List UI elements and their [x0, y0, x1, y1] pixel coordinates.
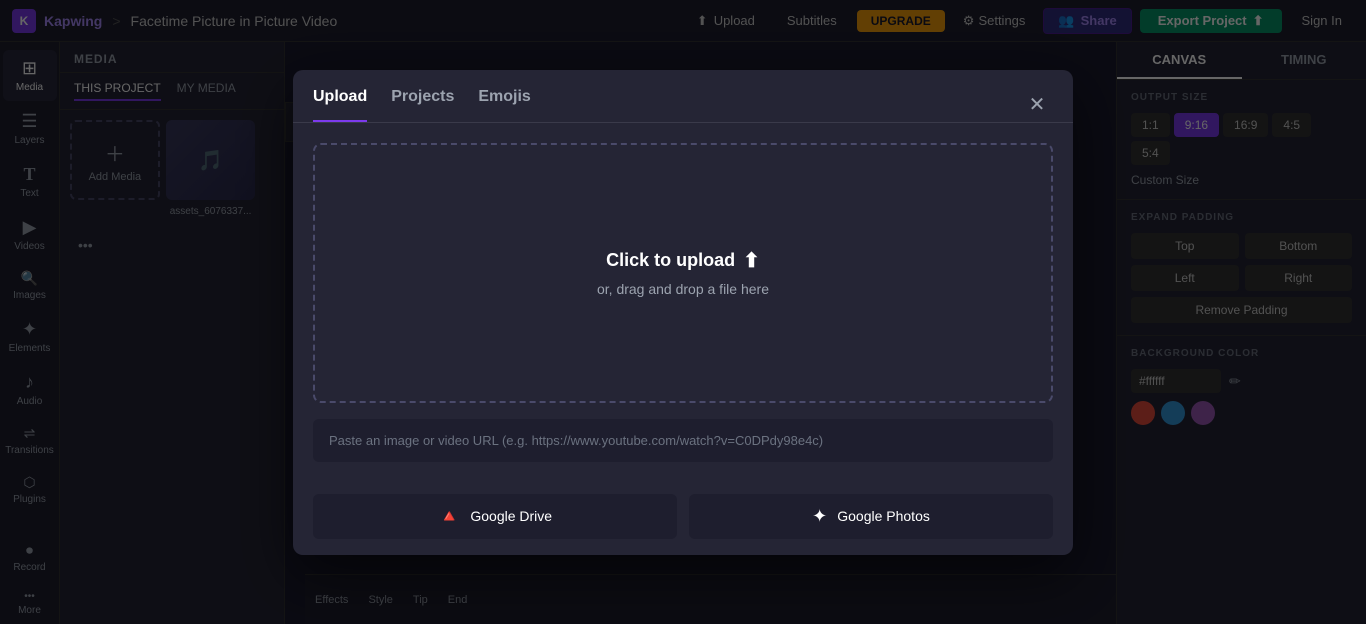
google-photos-icon: ✦	[812, 506, 827, 527]
url-input[interactable]	[313, 419, 1053, 462]
modal-footer: 🔺 Google Drive ✦ Google Photos	[293, 482, 1073, 555]
google-drive-icon: 🔺	[438, 506, 460, 527]
modal-overlay[interactable]: Upload Projects Emojis ✕ Click to upload…	[0, 0, 1366, 624]
modal-tab-projects[interactable]: Projects	[391, 88, 454, 122]
upload-text: Click to upload ⬆	[606, 248, 760, 273]
upload-dropzone[interactable]: Click to upload ⬆ or, drag and drop a fi…	[313, 143, 1053, 403]
modal-tab-upload[interactable]: Upload	[313, 88, 367, 122]
modal-tab-emojis[interactable]: Emojis	[478, 88, 530, 122]
modal-header: Upload Projects Emojis ✕	[293, 70, 1073, 122]
google-drive-button[interactable]: 🔺 Google Drive	[313, 494, 677, 539]
modal-close-button[interactable]: ✕	[1021, 89, 1053, 121]
upload-modal: Upload Projects Emojis ✕ Click to upload…	[293, 70, 1073, 555]
google-photos-button[interactable]: ✦ Google Photos	[689, 494, 1053, 539]
upload-subtitle: or, drag and drop a file here	[597, 281, 769, 297]
upload-arrow-icon: ⬆	[743, 248, 760, 273]
modal-body: Click to upload ⬆ or, drag and drop a fi…	[293, 123, 1073, 482]
